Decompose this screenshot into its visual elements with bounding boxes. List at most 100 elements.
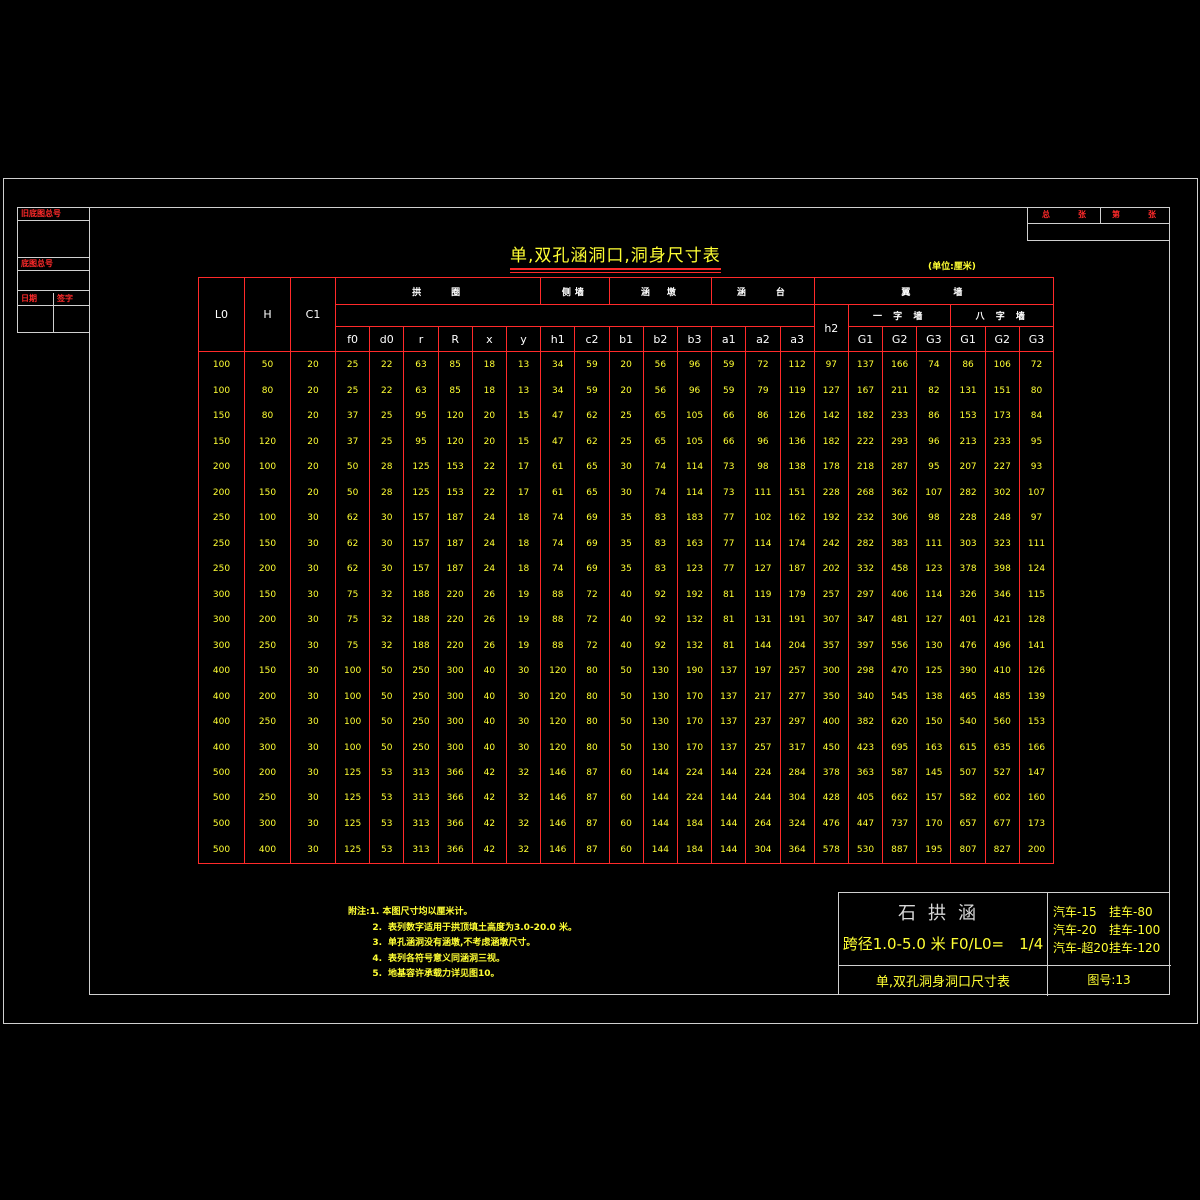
table-cell: 160 [1018, 785, 1055, 812]
table-cell: 300 [198, 607, 245, 633]
table-cell: 50 [608, 683, 644, 710]
note-num-3: 3. [372, 938, 382, 948]
table-cell: 72 [574, 607, 610, 633]
table-cell: 146 [540, 836, 576, 864]
table-cell: 183 [676, 505, 713, 532]
table-cell: 173 [984, 403, 1020, 430]
table-cell: 47 [540, 403, 576, 430]
table-cell: 85 [437, 378, 473, 404]
table-row: 400 150 30 100 50 250 300 40 30 120 80 50 130 190 137 1… [198, 658, 1055, 684]
table-row: 100 50 20 25 22 63 85 18 13 34 59 20 56 96 59 72 112 97 13… [198, 351, 1055, 379]
table-cell: 18 [471, 378, 507, 404]
table-cell: 423 [847, 734, 884, 761]
table-cell: 142 [813, 403, 849, 430]
table-cell: 220 [437, 607, 473, 633]
table-cell: 200 [198, 480, 245, 506]
table-cell: 284 [779, 760, 815, 786]
col-header: h1 [540, 326, 576, 352]
table-cell: 32 [369, 607, 405, 633]
table-cell: 150 [244, 480, 291, 506]
table-cell: 167 [847, 378, 884, 404]
table-cell: 163 [676, 531, 713, 557]
table-cell: 19 [505, 581, 542, 608]
table-cell: 268 [847, 480, 884, 506]
table-cell: 220 [437, 581, 473, 608]
table-cell: 83 [642, 556, 678, 582]
table-cell: 30 [290, 556, 336, 582]
table-cell: 233 [984, 429, 1020, 455]
table-cell: 366 [437, 811, 473, 837]
table-cell: 97 [1018, 505, 1055, 532]
table-cell: 232 [847, 505, 884, 532]
table-cell: 217 [745, 683, 781, 710]
table-cell: 125 [334, 836, 371, 864]
table-cell: 476 [950, 632, 986, 659]
table-cell: 17 [505, 480, 542, 506]
note-text-4: 表列各符号意义同涵洞三视。 [388, 953, 506, 964]
table-row: 500 300 30 125 53 313 366 42 32 146 87 60 144 184 144 2… [198, 811, 1055, 837]
col-header: G1 [847, 326, 884, 352]
table-cell: 20 [290, 378, 336, 404]
table-cell: 63 [403, 378, 439, 404]
table-cell: 496 [984, 632, 1020, 659]
table-cell: 300 [198, 632, 245, 659]
table-cell: 30 [290, 760, 336, 786]
table-cell: 87 [574, 836, 610, 864]
table-cell: 42 [471, 836, 507, 864]
table-cell: 30 [608, 454, 644, 481]
table-cell: 17 [505, 454, 542, 481]
table-cell: 170 [676, 709, 713, 735]
table-cell: 25 [369, 403, 405, 430]
table-cell: 187 [437, 556, 473, 582]
table-cell: 657 [950, 811, 986, 837]
table-cell: 138 [916, 683, 952, 710]
table-cell: 20 [290, 351, 336, 379]
table-cell: 80 [574, 709, 610, 735]
sheet-unit-label-2: 张 [1148, 210, 1156, 219]
table-cell: 137 [711, 683, 747, 710]
table-cell: 128 [1018, 607, 1055, 633]
table-cell: 227 [984, 454, 1020, 481]
table-cell: 250 [198, 505, 245, 532]
table-cell: 500 [198, 836, 245, 864]
table-cell: 50 [608, 658, 644, 684]
table-cell: 400 [198, 683, 245, 710]
table-cell: 184 [676, 836, 713, 864]
table-cell: 30 [505, 734, 542, 761]
table-cell: 123 [916, 556, 952, 582]
col-header: b3 [676, 326, 713, 352]
table-cell: 111 [745, 480, 781, 506]
table-cell: 34 [540, 351, 576, 379]
table-cell: 95 [403, 403, 439, 430]
table-cell: 313 [403, 836, 439, 864]
table-cell: 144 [745, 632, 781, 659]
note-num-2: 2. [372, 922, 382, 933]
table-row: 250 200 30 62 30 157 187 24 18 74 69 35 83 123 77 127 18… [198, 556, 1055, 582]
table-cell: 30 [369, 531, 405, 557]
table-row: 200 100 20 50 28 125 153 22 17 61 65 30 74 114 73 98 138… [198, 454, 1055, 481]
table-cell: 137 [711, 658, 747, 684]
table-cell: 88 [540, 632, 576, 659]
table-cell: 75 [334, 607, 371, 633]
table-cell: 153 [950, 403, 986, 430]
table-row: 500 250 30 125 53 313 366 42 32 146 87 60 144 224 144 2… [198, 785, 1055, 812]
table-cell: 132 [676, 632, 713, 659]
table-cell: 62 [334, 505, 371, 532]
table-cell: 182 [847, 403, 884, 430]
table-cell: 200 [198, 454, 245, 481]
table-cell: 50 [369, 709, 405, 735]
load-trailer-1: 挂车-80 [1109, 905, 1153, 919]
table-cell: 237 [745, 709, 781, 735]
table-cell: 197 [745, 658, 781, 684]
table-cell: 115 [1018, 581, 1055, 608]
table-cell: 112 [779, 351, 815, 379]
table-cell: 18 [471, 351, 507, 379]
table-cell: 120 [540, 658, 576, 684]
table-cell: 364 [779, 836, 815, 864]
table-cell: 62 [334, 556, 371, 582]
table-cell: 300 [813, 658, 849, 684]
table-cell: 184 [676, 811, 713, 837]
table-cell: 120 [244, 429, 291, 455]
table-cell: 60 [608, 811, 644, 837]
table-cell: 30 [290, 734, 336, 761]
